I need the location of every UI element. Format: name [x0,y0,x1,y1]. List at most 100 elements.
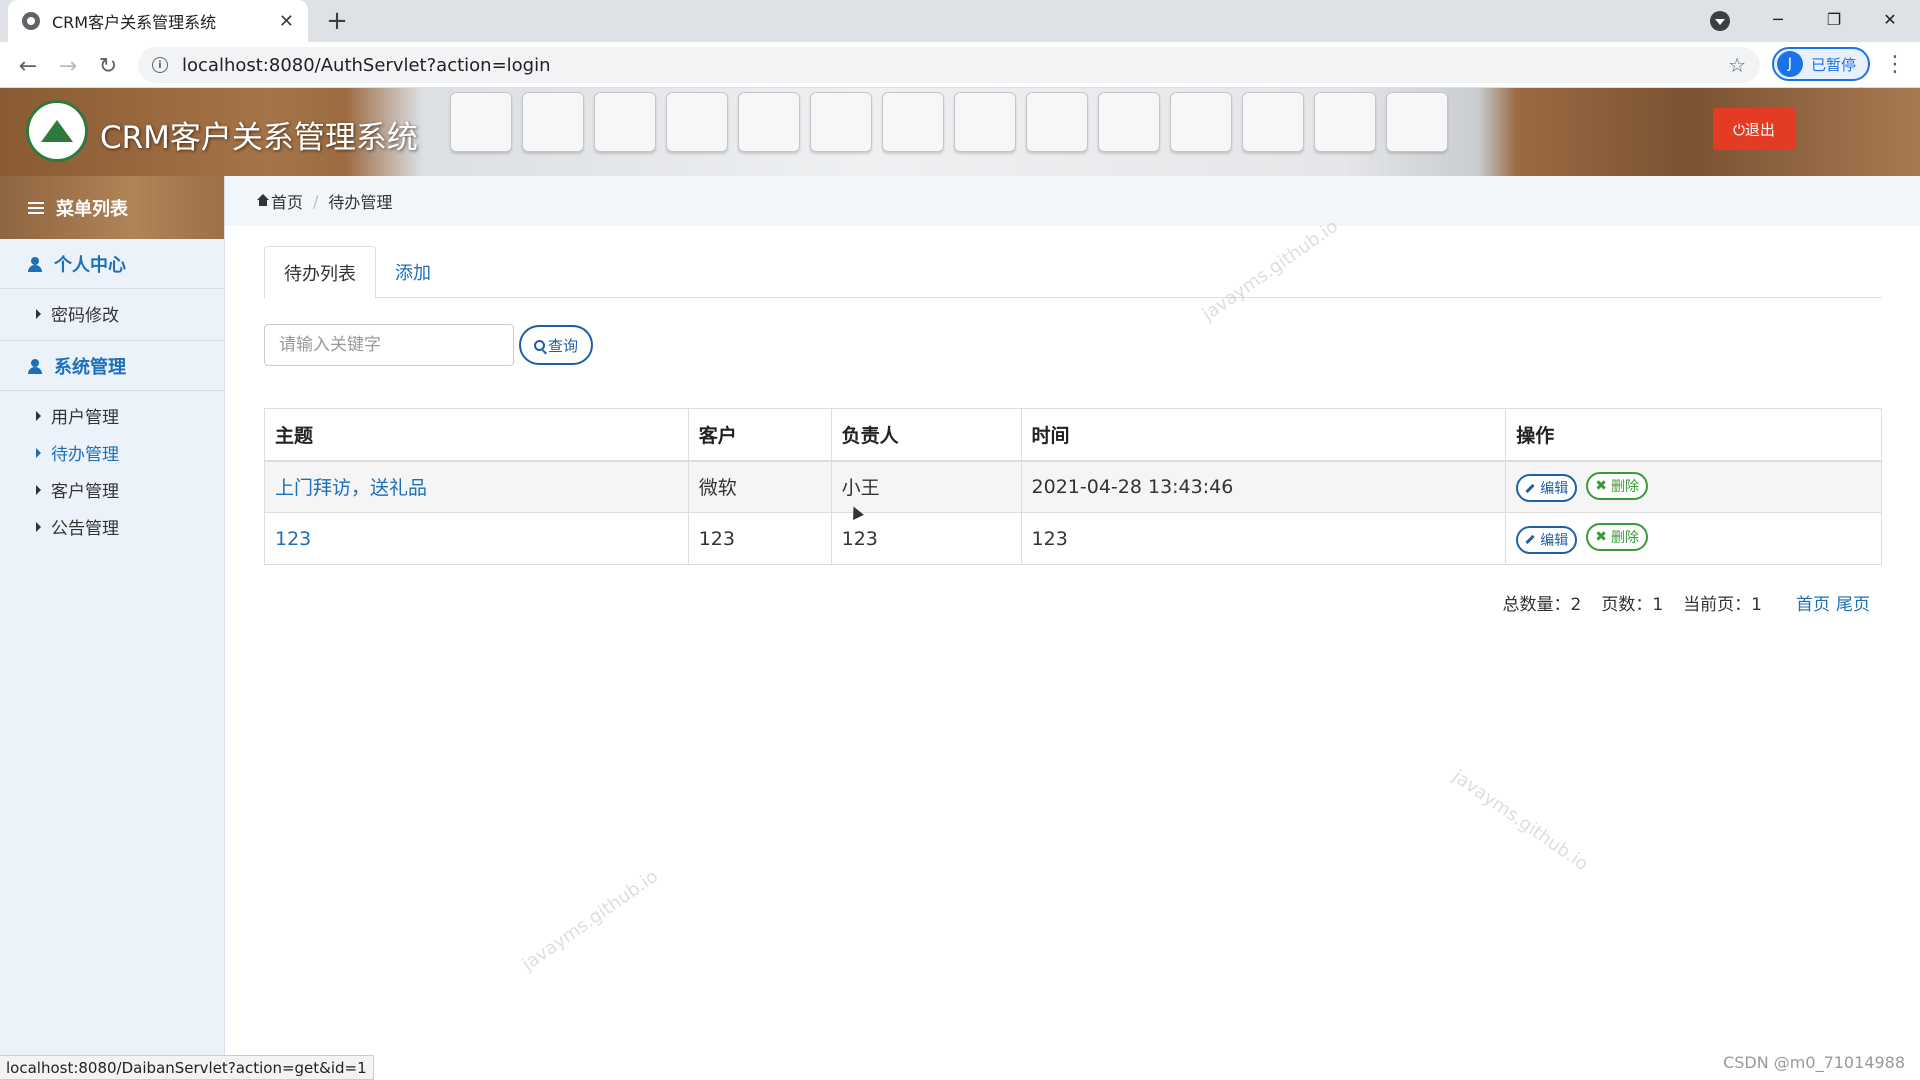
user-icon [28,256,42,272]
caret-right-icon [36,447,41,458]
tab-add[interactable]: 添加 [376,246,450,298]
sidebar-item-label: 用户管理 [51,408,119,428]
back-icon[interactable]: ← [12,50,44,82]
breadcrumb-home[interactable]: 首页 [271,189,303,213]
todo-table: 主题 客户 负责人 时间 操作 上门拜访，送礼品 微软 小王 2021-04-2… [264,408,1882,565]
minimize-icon[interactable]: ─ [1750,0,1806,38]
caret-right-icon [36,308,41,319]
header-keyboard-image [440,88,1500,176]
first-page-link[interactable]: 首页 [1796,590,1830,615]
sidebar: 菜单列表 个人中心 密码修改 系统管理 用户管理 待办管理 客户管理 公告管理 [0,176,225,1080]
browser-menu-icon[interactable]: ⋮ [1884,52,1906,77]
sidebar-item-todos[interactable]: 待办管理 [0,434,224,471]
sidebar-section-label: 个人中心 [54,254,126,276]
close-icon: ✖ [1595,529,1607,546]
bookmark-star-icon[interactable]: ☆ [1728,53,1746,77]
caret-right-icon [36,484,41,495]
table-header-row: 主题 客户 负责人 时间 操作 [264,408,1882,462]
credit-watermark: CSDN @m0_71014988 [1723,1053,1905,1072]
globe-icon [22,12,40,30]
pagination: 总数量：2 页数：1 当前页：1 首页 尾页 [1503,590,1870,615]
column-header: 主题 [264,408,689,462]
user-icon [28,358,42,374]
sidebar-item-password[interactable]: 密码修改 [0,295,224,332]
browser-toolbar: ← → ↻ i localhost:8080/AuthServlet?actio… [0,42,1920,88]
avatar: J [1777,51,1803,77]
owner-cell: 123 [830,512,1022,565]
time-cell: 2021-04-28 13:43:46 [1020,460,1507,513]
logout-button[interactable]: ⏻退出 [1713,108,1795,150]
edit-button[interactable]: 编辑 [1516,525,1578,554]
delete-label: 删除 [1610,530,1639,547]
university-logo [26,100,88,162]
browser-tab-strip: CRM客户关系管理系统 ✕ + ─ ❐ ✕ [0,0,1920,42]
pager-links: 首页 尾页 [1796,590,1870,615]
actions-cell: 编辑 ✖ 删除 [1505,460,1882,513]
sidebar-item-label: 密码修改 [51,306,119,326]
search-button-label: 查询 [547,336,578,355]
sidebar-item-notices[interactable]: 公告管理 [0,508,224,545]
close-tab-icon[interactable]: ✕ [279,11,294,32]
subject-link[interactable]: 上门拜访，送礼品 [275,477,427,499]
restore-icon[interactable]: ❐ [1806,0,1862,38]
url-text[interactable]: localhost:8080/AuthServlet?action=login [182,55,551,76]
app-title: CRM客户关系管理系统 [100,120,418,156]
sidebar-item-label: 客户管理 [51,482,119,502]
pencil-icon [1525,535,1535,545]
delete-button[interactable]: ✖ 删除 [1586,471,1648,500]
column-header: 时间 [1020,408,1507,462]
customer-cell: 微软 [687,460,832,513]
tab-todo-list[interactable]: 待办列表 [264,246,376,299]
search-button[interactable]: 查询 [519,325,593,365]
sidebar-sublist-personal: 密码修改 [0,289,224,341]
sidebar-section-label: 系统管理 [54,356,126,378]
search-icon [533,339,545,351]
breadcrumb: 首页 / 待办管理 [225,176,1920,226]
profile-status: 已暂停 [1811,55,1857,74]
sidebar-item-customers[interactable]: 客户管理 [0,471,224,508]
subject-link[interactable]: 123 [275,528,311,550]
sidebar-title: 菜单列表 [56,198,128,220]
watermark: javayms.github.io [518,865,662,976]
delete-button[interactable]: ✖ 删除 [1586,523,1648,552]
sidebar-sublist-system: 用户管理 待办管理 客户管理 公告管理 [0,391,224,553]
close-icon: ✖ [1595,477,1607,494]
edit-label: 编辑 [1540,481,1569,497]
column-header: 客户 [687,408,832,462]
address-bar[interactable]: i localhost:8080/AuthServlet?action=logi… [138,47,1760,83]
browser-tab[interactable]: CRM客户关系管理系统 ✕ [8,0,308,42]
content-tabs: 待办列表 添加 [264,246,1882,299]
tab-search-icon[interactable] [1710,11,1730,31]
time-cell: 123 [1020,512,1507,565]
customer-cell: 123 [687,512,832,565]
sidebar-section-system[interactable]: 系统管理 [0,341,224,391]
profile-button[interactable]: J 已暂停 [1772,47,1870,81]
sidebar-item-label: 公告管理 [51,519,119,539]
delete-label: 删除 [1610,478,1639,495]
total-count: 总数量：2 [1502,595,1582,615]
last-page-link[interactable]: 尾页 [1836,590,1870,615]
sidebar-section-personal[interactable]: 个人中心 [0,239,224,289]
home-icon [257,194,269,207]
site-info-icon[interactable]: i [152,57,168,73]
actions-cell: 编辑 ✖ 删除 [1505,512,1882,565]
app-header: CRM客户关系管理系统 ⏻退出 [0,88,1920,176]
edit-button[interactable]: 编辑 [1516,474,1578,502]
new-tab-button[interactable]: + [322,6,352,36]
reload-icon[interactable]: ↻ [92,50,124,82]
close-window-icon[interactable]: ✕ [1862,0,1918,38]
caret-right-icon [36,521,41,532]
current-page: 当前页：1 [1683,595,1762,615]
forward-icon[interactable]: → [52,50,84,82]
search-input[interactable] [264,324,514,366]
table-row: 上门拜访，送礼品 微软 小王 2021-04-28 13:43:46 编辑 ✖ 删… [264,460,1882,513]
caret-right-icon [36,410,41,421]
edit-label: 编辑 [1540,532,1569,549]
breadcrumb-current: 待办管理 [328,193,393,212]
column-header: 负责人 [830,408,1022,462]
sidebar-item-users[interactable]: 用户管理 [0,397,224,434]
column-header: 操作 [1505,408,1882,462]
watermark: javayms.github.io [1448,765,1592,876]
pencil-icon [1525,483,1535,493]
list-icon [28,201,44,214]
